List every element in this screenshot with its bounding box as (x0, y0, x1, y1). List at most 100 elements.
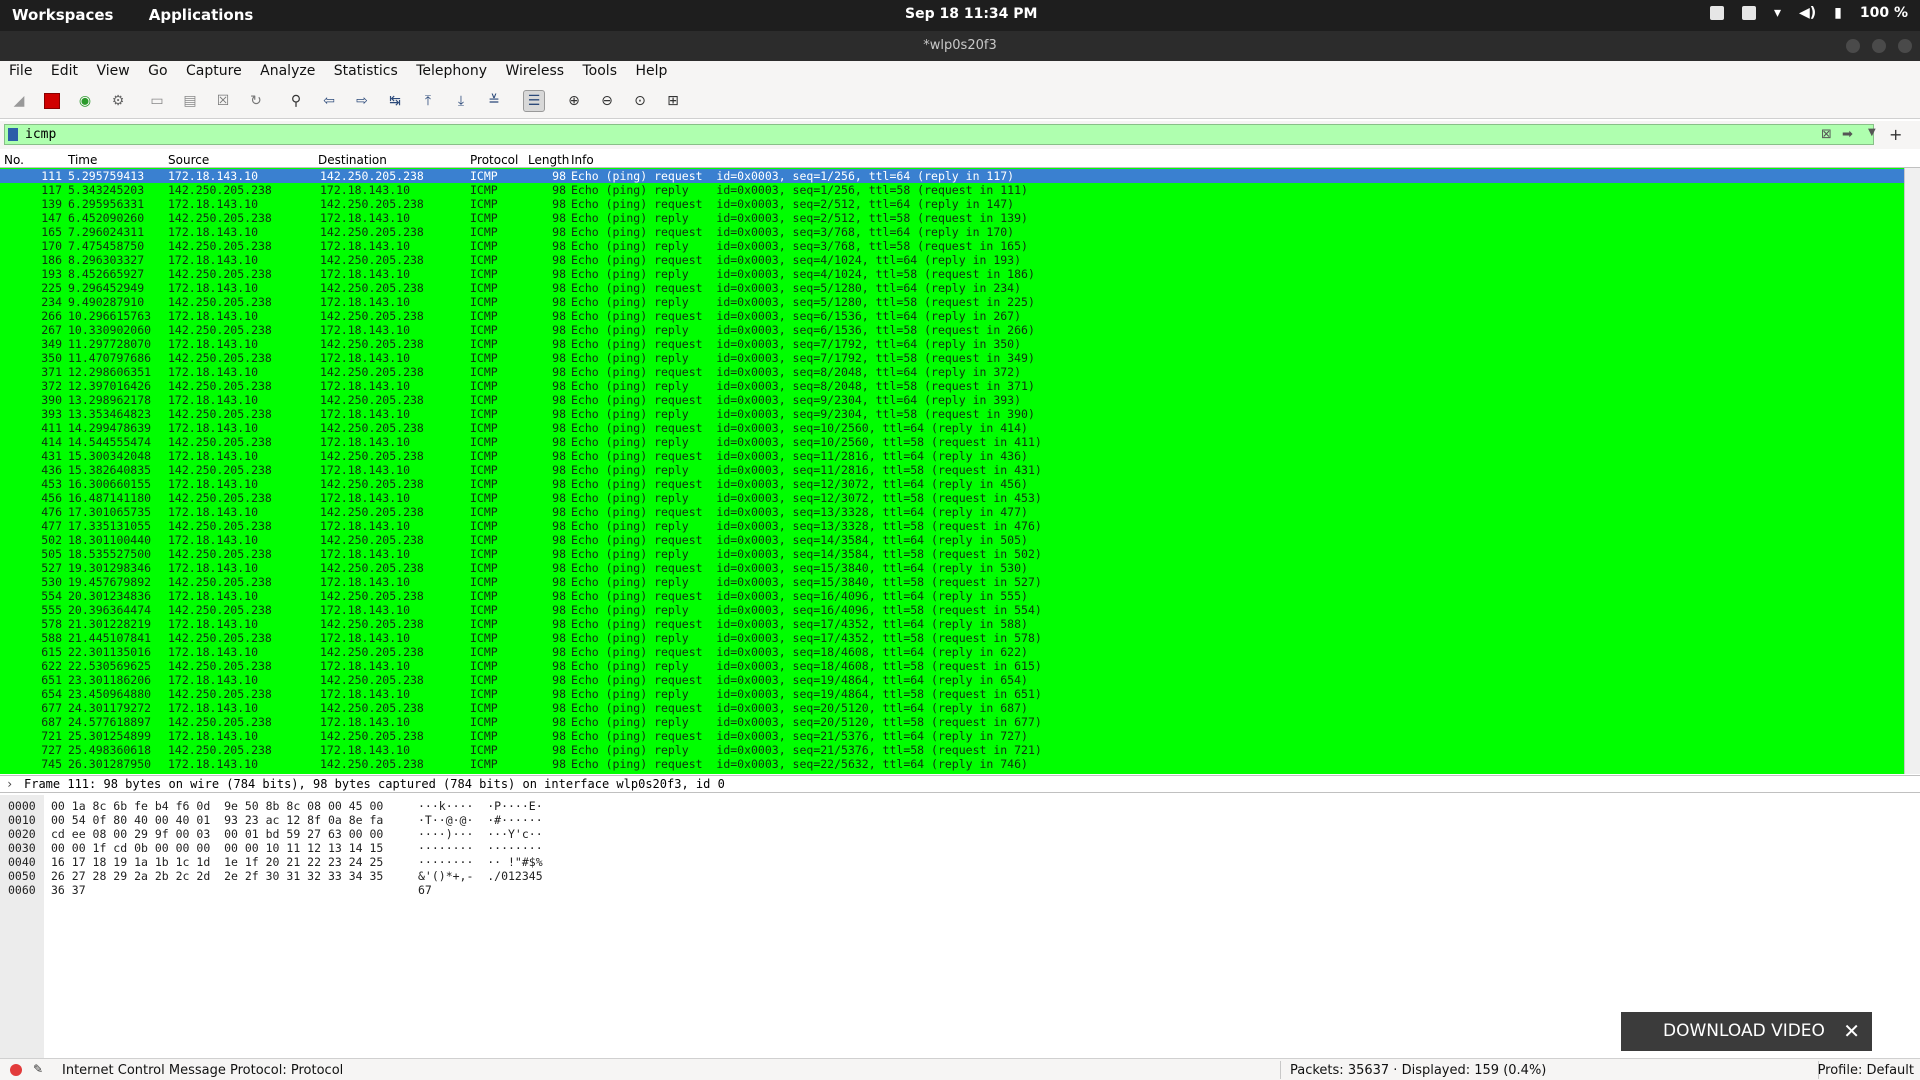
save-file-icon[interactable]: ▤ (179, 90, 201, 112)
table-row[interactable]: 578 21.301228219 172.18.143.10 142.250.205.… (0, 617, 1904, 631)
table-row[interactable]: 745 26.301287950 172.18.143.10 142.250.205.… (0, 757, 1904, 771)
go-back-icon[interactable]: ⇦ (318, 90, 340, 112)
table-row[interactable]: 554 20.301234836 172.18.143.10 142.250.205.… (0, 589, 1904, 603)
column-header-no[interactable]: No. (4, 153, 24, 167)
column-header-length[interactable]: Length (528, 153, 569, 167)
table-row[interactable]: 527 19.301298346 172.18.143.10 142.250.205.… (0, 561, 1904, 575)
clock[interactable]: Sep 18 11:34 PM (905, 6, 1037, 22)
column-header-destination[interactable]: Destination (318, 153, 387, 167)
table-row[interactable]: 651 23.301186206 172.18.143.10 142.250.205.… (0, 673, 1904, 687)
table-row[interactable]: 170 7.475458750 142.250.205.238 172.18.143.… (0, 239, 1904, 253)
window-switcher-icon[interactable] (1709, 6, 1724, 20)
table-row[interactable]: 349 11.297728070 172.18.143.10 142.250.205.… (0, 337, 1904, 351)
menu-analyze[interactable]: Analyze (255, 61, 320, 79)
restart-capture-icon[interactable]: ◉ (74, 90, 96, 112)
applications-menu[interactable]: Applications (149, 6, 254, 24)
column-header-source[interactable]: Source (168, 153, 209, 167)
table-row[interactable]: 225 9.296452949 172.18.143.10 142.250.205.2… (0, 281, 1904, 295)
screen-icon[interactable] (1741, 6, 1756, 20)
column-header-info[interactable]: Info (571, 153, 594, 167)
table-row[interactable]: 411 14.299478639 172.18.143.10 142.250.205.… (0, 421, 1904, 435)
table-row[interactable]: 139 6.295956331 172.18.143.10 142.250.205.2… (0, 197, 1904, 211)
add-filter-button-icon[interactable]: + (1889, 125, 1902, 144)
frame-summary[interactable]: Frame 111: 98 bytes on wire (784 bits), … (24, 776, 725, 792)
table-row[interactable]: 117 5.343245203 142.250.205.238 172.18.143.… (0, 183, 1904, 197)
table-row[interactable]: 654 23.450964880 142.250.205.238 172.18.143… (0, 687, 1904, 701)
display-filter-input[interactable]: icmp (4, 124, 1874, 145)
wifi-icon[interactable]: ▾ (1774, 5, 1781, 21)
volume-icon[interactable]: ◀) (1799, 5, 1816, 21)
column-header-protocol[interactable]: Protocol (470, 153, 518, 167)
capture-options-icon[interactable]: ⚙ (107, 90, 129, 112)
menu-edit[interactable]: Edit (46, 61, 83, 79)
table-row[interactable]: 727 25.498360618 142.250.205.238 172.18.143… (0, 743, 1904, 757)
table-row[interactable]: 476 17.301065735 172.18.143.10 142.250.205.… (0, 505, 1904, 519)
first-packet-icon[interactable]: ⤒ (417, 90, 439, 112)
open-file-icon[interactable]: ▭ (146, 90, 168, 112)
table-row[interactable]: 371 12.298606351 172.18.143.10 142.250.205.… (0, 365, 1904, 379)
close-file-icon[interactable]: ☒ (212, 90, 234, 112)
table-row[interactable]: 622 22.530569625 142.250.205.238 172.18.143… (0, 659, 1904, 673)
table-row[interactable]: 477 17.335131055 142.250.205.238 172.18.143… (0, 519, 1904, 533)
packet-list[interactable]: No. Time Source Destination Protocol Len… (0, 151, 1920, 774)
zoom-in-icon[interactable]: ⊕ (563, 90, 585, 112)
table-row[interactable]: 721 25.301254899 172.18.143.10 142.250.205.… (0, 729, 1904, 743)
menu-help[interactable]: Help (630, 61, 672, 79)
table-row[interactable]: 165 7.296024311 172.18.143.10 142.250.205.2… (0, 225, 1904, 239)
menu-view[interactable]: View (91, 61, 134, 79)
zoom-out-icon[interactable]: ⊖ (596, 90, 618, 112)
table-row[interactable]: 350 11.470797686 142.250.205.238 172.18.143… (0, 351, 1904, 365)
profile-selector[interactable]: Profile: Default (1818, 1063, 1914, 1078)
table-row[interactable]: 588 21.445107841 142.250.205.238 172.18.143… (0, 631, 1904, 645)
table-row[interactable]: 414 14.544555474 142.250.205.238 172.18.143… (0, 435, 1904, 449)
filter-history-dropdown-icon[interactable]: ▼ (1868, 127, 1876, 138)
table-row[interactable]: 453 16.300660155 172.18.143.10 142.250.205.… (0, 477, 1904, 491)
workspaces-menu[interactable]: Workspaces (12, 6, 113, 24)
table-row[interactable]: 436 15.382640835 142.250.205.238 172.18.143… (0, 463, 1904, 477)
auto-scroll-icon[interactable]: ≚ (483, 90, 505, 112)
table-row[interactable]: 530 19.457679892 142.250.205.238 172.18.143… (0, 575, 1904, 589)
menu-telephony[interactable]: Telephony (411, 61, 492, 79)
apply-filter-icon[interactable]: ➡ (1842, 127, 1853, 142)
table-row[interactable]: 186 8.296303327 172.18.143.10 142.250.205.2… (0, 253, 1904, 267)
table-row[interactable]: 505 18.535527500 142.250.205.238 172.18.143… (0, 547, 1904, 561)
table-row[interactable]: 266 10.296615763 172.18.143.10 142.250.205.… (0, 309, 1904, 323)
table-row[interactable]: 147 6.452090260 142.250.205.238 172.18.143.… (0, 211, 1904, 225)
table-row[interactable]: 393 13.353464823 142.250.205.238 172.18.143… (0, 407, 1904, 421)
download-video-button[interactable]: DOWNLOAD VIDEO ✕ (1621, 1012, 1872, 1051)
table-row[interactable]: 687 24.577618897 142.250.205.238 172.18.143… (0, 715, 1904, 729)
battery-icon[interactable]: ▮ (1834, 5, 1842, 21)
maximize-button[interactable] (1872, 39, 1886, 53)
reload-file-icon[interactable]: ↻ (245, 90, 267, 112)
table-row[interactable]: 234 9.490287910 142.250.205.238 172.18.143.… (0, 295, 1904, 309)
table-row[interactable]: 615 22.301135016 172.18.143.10 142.250.205.… (0, 645, 1904, 659)
bookmark-icon[interactable] (8, 128, 18, 141)
table-row[interactable]: 372 12.397016426 142.250.205.238 172.18.143… (0, 379, 1904, 393)
close-window-button[interactable] (1898, 39, 1912, 53)
table-row[interactable]: 111 5.295759413 172.18.143.10 142.250.205.2… (0, 169, 1904, 183)
start-capture-icon[interactable]: ◢ (8, 90, 30, 112)
table-row[interactable]: 555 20.396364474 142.250.205.238 172.18.143… (0, 603, 1904, 617)
edit-comment-icon[interactable]: ✎ (33, 1062, 43, 1076)
menu-go[interactable]: Go (143, 61, 172, 79)
table-row[interactable]: 390 13.298962178 172.18.143.10 142.250.205.… (0, 393, 1904, 407)
minimize-button[interactable] (1846, 39, 1860, 53)
stop-capture-icon[interactable] (41, 90, 63, 112)
table-row[interactable]: 267 10.330902060 142.250.205.238 172.18.143… (0, 323, 1904, 337)
table-row[interactable]: 456 16.487141180 142.250.205.238 172.18.143… (0, 491, 1904, 505)
table-row[interactable]: 677 24.301179272 172.18.143.10 142.250.205.… (0, 701, 1904, 715)
menu-file[interactable]: File (4, 61, 37, 79)
resize-columns-icon[interactable]: ⊞ (662, 90, 684, 112)
expand-arrow-icon[interactable]: › (6, 776, 13, 792)
table-row[interactable]: 431 15.300342048 172.18.143.10 142.250.205.… (0, 449, 1904, 463)
menu-statistics[interactable]: Statistics (329, 61, 403, 79)
menu-wireless[interactable]: Wireless (500, 61, 569, 79)
table-row[interactable]: 193 8.452665927 142.250.205.238 172.18.143.… (0, 267, 1904, 281)
normal-size-icon[interactable]: ⊙ (629, 90, 651, 112)
last-packet-icon[interactable]: ⤓ (450, 90, 472, 112)
clear-filter-icon[interactable]: ⊠ (1821, 127, 1832, 142)
menu-tools[interactable]: Tools (578, 61, 623, 79)
go-to-packet-icon[interactable]: ↹ (384, 90, 406, 112)
table-row[interactable]: 502 18.301100440 172.18.143.10 142.250.205.… (0, 533, 1904, 547)
colorize-icon[interactable]: ☰ (523, 90, 545, 112)
